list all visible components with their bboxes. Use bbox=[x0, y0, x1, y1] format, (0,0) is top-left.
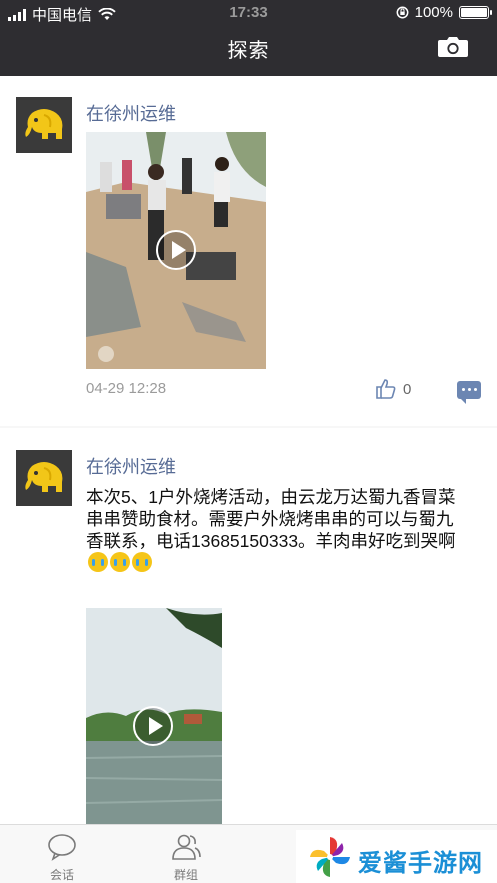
page-title: 探索 bbox=[227, 40, 270, 62]
video-thumbnail[interactable] bbox=[86, 608, 222, 824]
post-text: 本次5、1户外烧烤活动，由云龙万达蜀九香冒菜串串赞助食材。需要户外烧烤串串的可以… bbox=[86, 486, 456, 574]
feed-post: 在徐州运维 本次5、1户外烧烤活动，由云龙万达蜀九香冒菜串串赞助食材。需要户外烧… bbox=[0, 428, 497, 824]
rotation-lock-icon bbox=[396, 6, 409, 19]
tab-label: 群组 bbox=[173, 868, 198, 882]
top-bar: 中国电信 17:33 100% 探索 bbox=[0, 0, 497, 76]
like-count: 0 bbox=[403, 380, 412, 398]
post-text-body: 本次5、1户外烧烤活动，由云龙万达蜀九香冒菜串串赞助食材。需要户外烧烤串串的可以… bbox=[86, 487, 456, 551]
tab-conversations[interactable]: 会话 bbox=[0, 825, 124, 883]
avatar[interactable] bbox=[16, 97, 72, 153]
feed-post: 在徐州运维 04-29 12:28 0 bbox=[0, 76, 497, 426]
video-thumbnail[interactable] bbox=[86, 132, 266, 369]
watermark: 爱酱手游网 bbox=[296, 830, 497, 883]
elephant-icon bbox=[25, 109, 63, 139]
watermark-text: 爱酱手游网 bbox=[358, 850, 483, 877]
chat-bubble-icon bbox=[48, 834, 76, 861]
crying-emoji-icon bbox=[110, 552, 130, 572]
author-name[interactable]: 在徐州运维 bbox=[86, 453, 176, 479]
post-time: 04-29 12:28 bbox=[86, 380, 167, 397]
play-icon[interactable] bbox=[156, 230, 196, 270]
group-icon bbox=[172, 834, 201, 860]
avatar[interactable] bbox=[16, 450, 72, 506]
author-name[interactable]: 在徐州运维 bbox=[86, 100, 176, 126]
comment-icon[interactable] bbox=[457, 381, 481, 404]
pinwheel-logo-icon bbox=[310, 837, 350, 877]
crying-emoji-icon bbox=[132, 552, 152, 572]
like-button[interactable]: 0 bbox=[375, 378, 411, 400]
battery-label: 100% bbox=[414, 4, 453, 21]
camera-icon[interactable] bbox=[437, 36, 469, 58]
tab-label: 会话 bbox=[49, 868, 74, 882]
thumbs-up-icon bbox=[376, 379, 396, 399]
crying-emoji-icon bbox=[88, 552, 108, 572]
play-icon[interactable] bbox=[133, 706, 173, 746]
status-bar: 中国电信 17:33 100% bbox=[0, 0, 497, 26]
tab-groups[interactable]: 群组 bbox=[124, 825, 248, 883]
moments-feed[interactable]: 在徐州运维 04-29 12:28 0 在徐州运维 本次5、1户外烧烤活动，由云… bbox=[0, 76, 497, 824]
elephant-icon bbox=[25, 462, 63, 492]
battery-icon bbox=[459, 6, 492, 19]
